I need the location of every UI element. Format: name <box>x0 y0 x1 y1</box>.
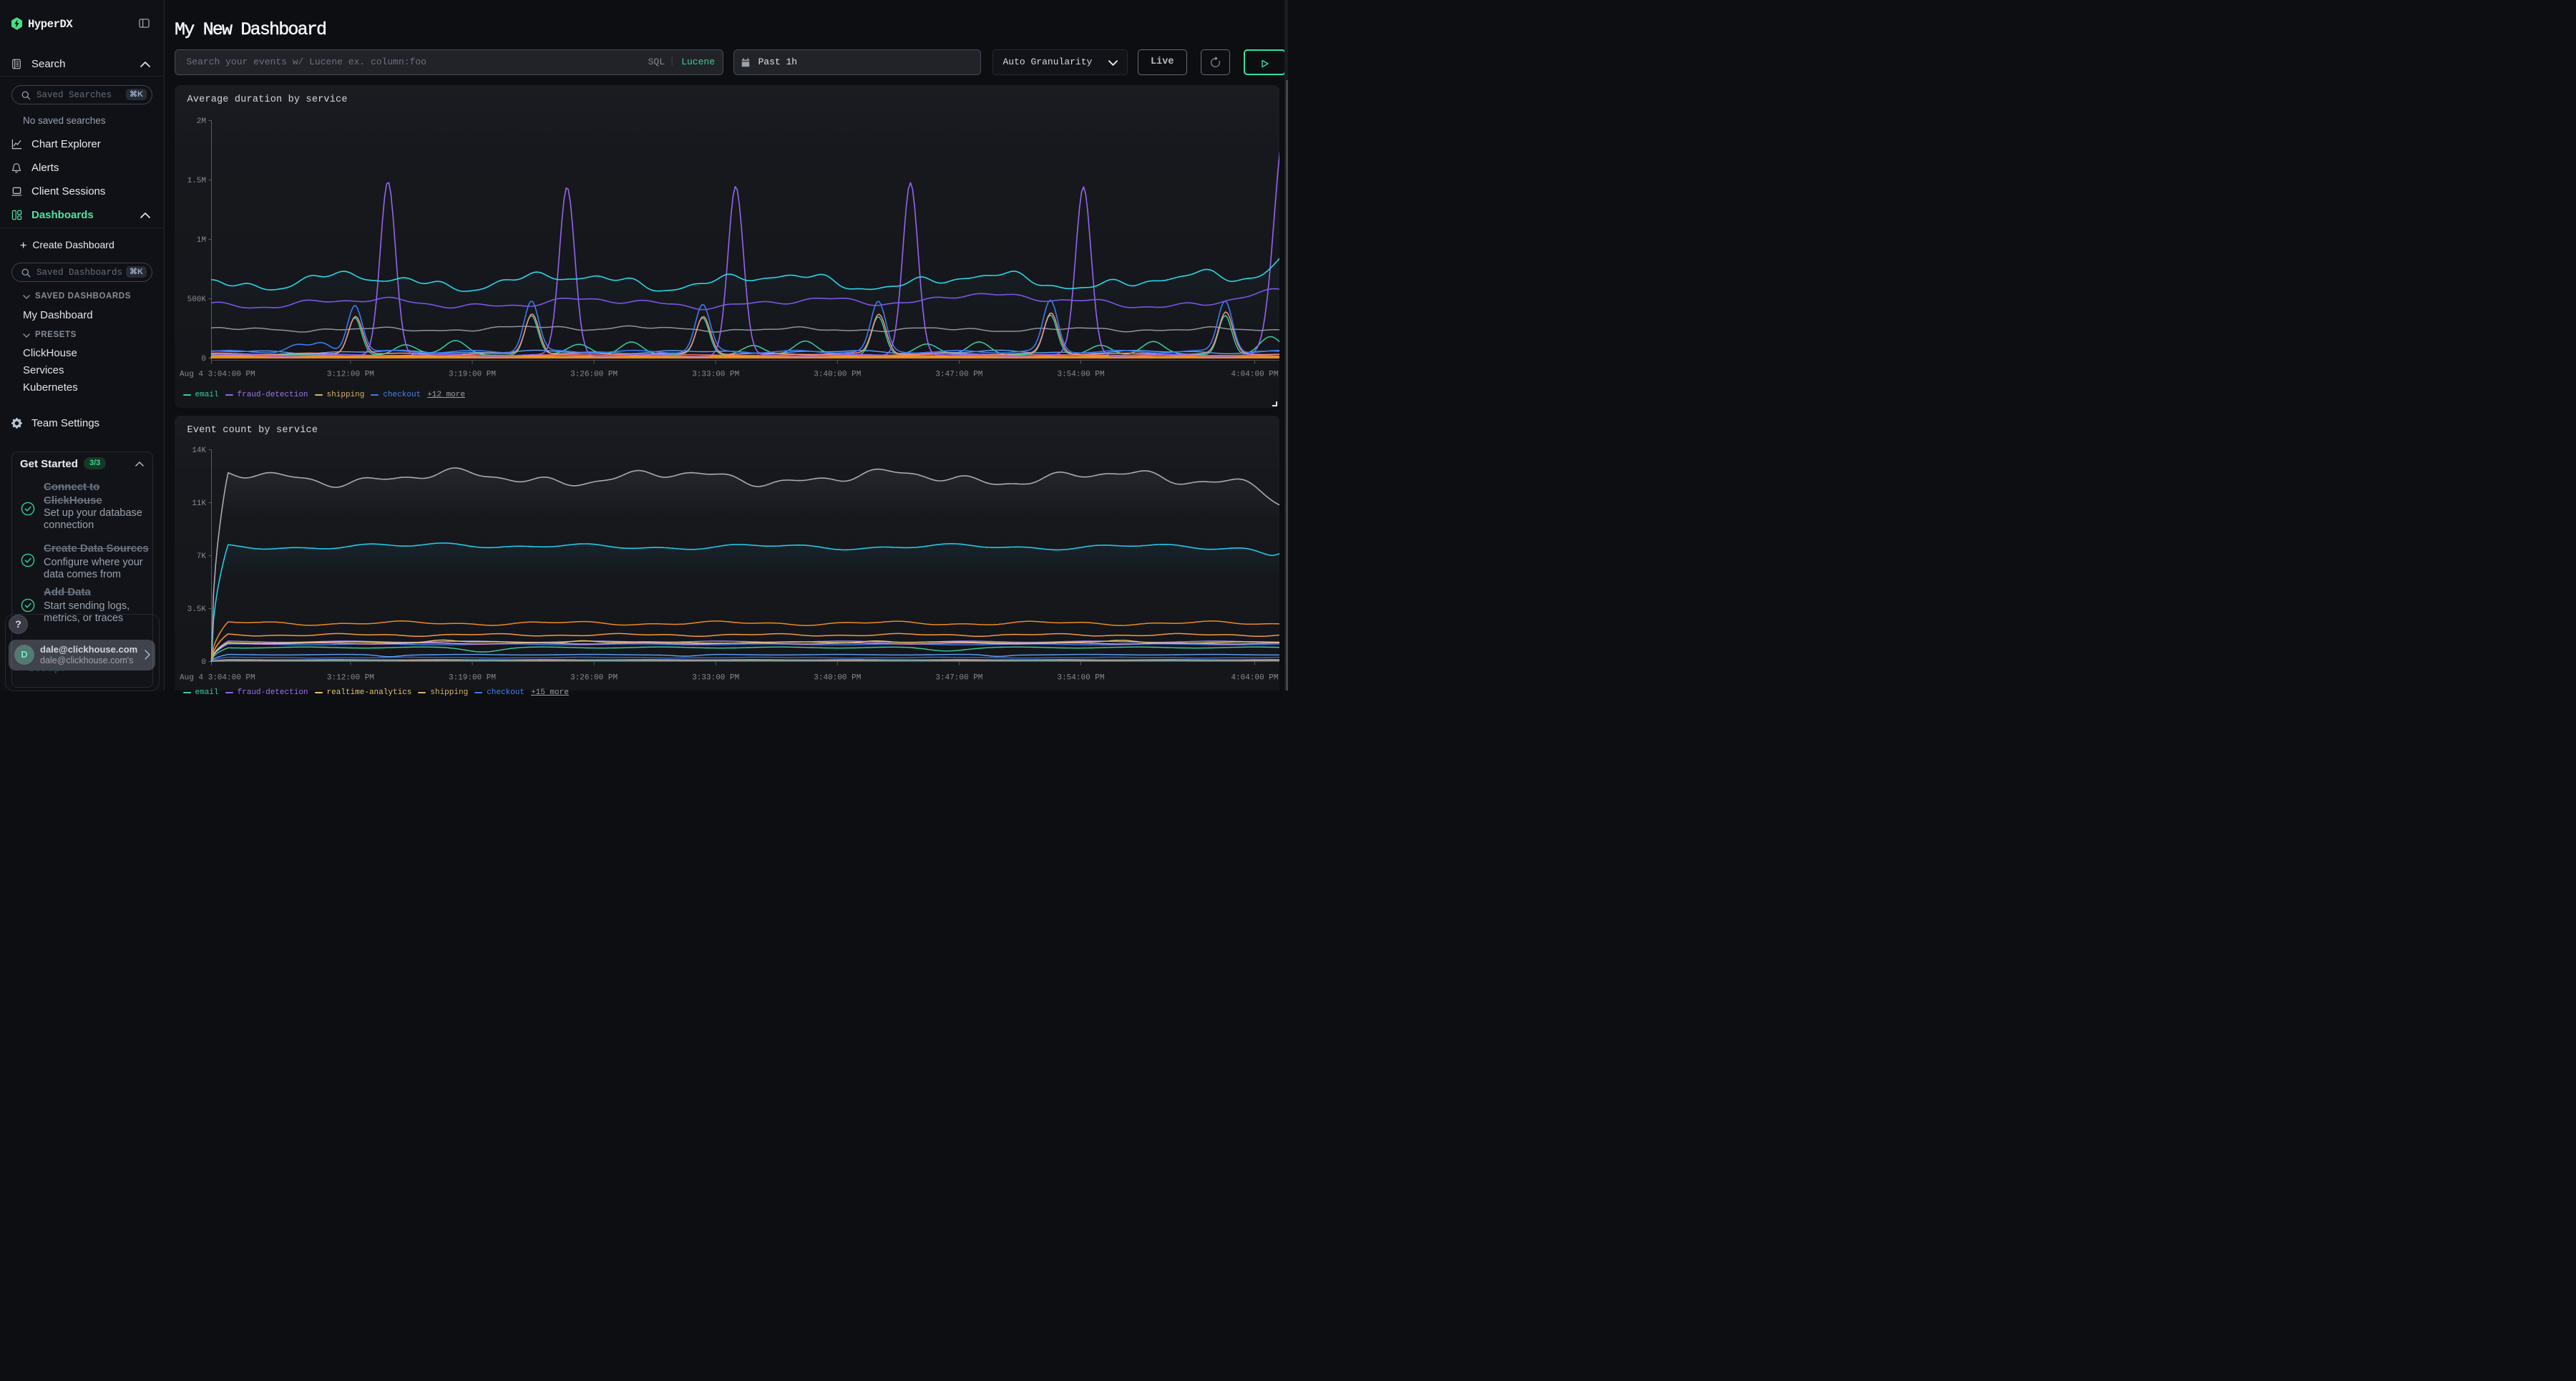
svg-text:0: 0 <box>201 355 206 363</box>
svg-text:14K: 14K <box>192 446 206 455</box>
svg-text:3:26:00 PM: 3:26:00 PM <box>570 371 618 379</box>
svg-text:4:04:00 PM: 4:04:00 PM <box>1231 674 1278 683</box>
svg-text:3:33:00 PM: 3:33:00 PM <box>692 674 739 683</box>
svg-text:7K: 7K <box>197 552 207 561</box>
svg-text:3:12:00 PM: 3:12:00 PM <box>327 674 374 683</box>
svg-text:3:54:00 PM: 3:54:00 PM <box>1057 674 1104 683</box>
svg-text:Aug 4 3:04:00 PM: Aug 4 3:04:00 PM <box>180 674 255 683</box>
svg-text:2M: 2M <box>197 117 206 126</box>
svg-text:1.5M: 1.5M <box>187 177 206 185</box>
svg-text:3:54:00 PM: 3:54:00 PM <box>1057 371 1104 379</box>
svg-text:3:26:00 PM: 3:26:00 PM <box>570 674 618 683</box>
svg-text:0: 0 <box>201 658 206 667</box>
svg-text:Aug 4 3:04:00 PM: Aug 4 3:04:00 PM <box>180 371 255 379</box>
svg-text:3:19:00 PM: 3:19:00 PM <box>449 674 496 683</box>
svg-text:3.5K: 3.5K <box>187 605 207 614</box>
svg-text:500K: 500K <box>187 296 207 304</box>
svg-text:3:47:00 PM: 3:47:00 PM <box>935 674 982 683</box>
svg-text:11K: 11K <box>192 499 206 508</box>
svg-text:3:47:00 PM: 3:47:00 PM <box>935 371 982 379</box>
svg-text:3:40:00 PM: 3:40:00 PM <box>814 371 861 379</box>
svg-text:3:12:00 PM: 3:12:00 PM <box>327 371 374 379</box>
svg-text:1M: 1M <box>197 236 206 245</box>
svg-text:3:19:00 PM: 3:19:00 PM <box>449 371 496 379</box>
svg-text:3:40:00 PM: 3:40:00 PM <box>814 674 861 683</box>
svg-text:4:04:00 PM: 4:04:00 PM <box>1231 371 1278 379</box>
svg-text:3:33:00 PM: 3:33:00 PM <box>692 371 739 379</box>
